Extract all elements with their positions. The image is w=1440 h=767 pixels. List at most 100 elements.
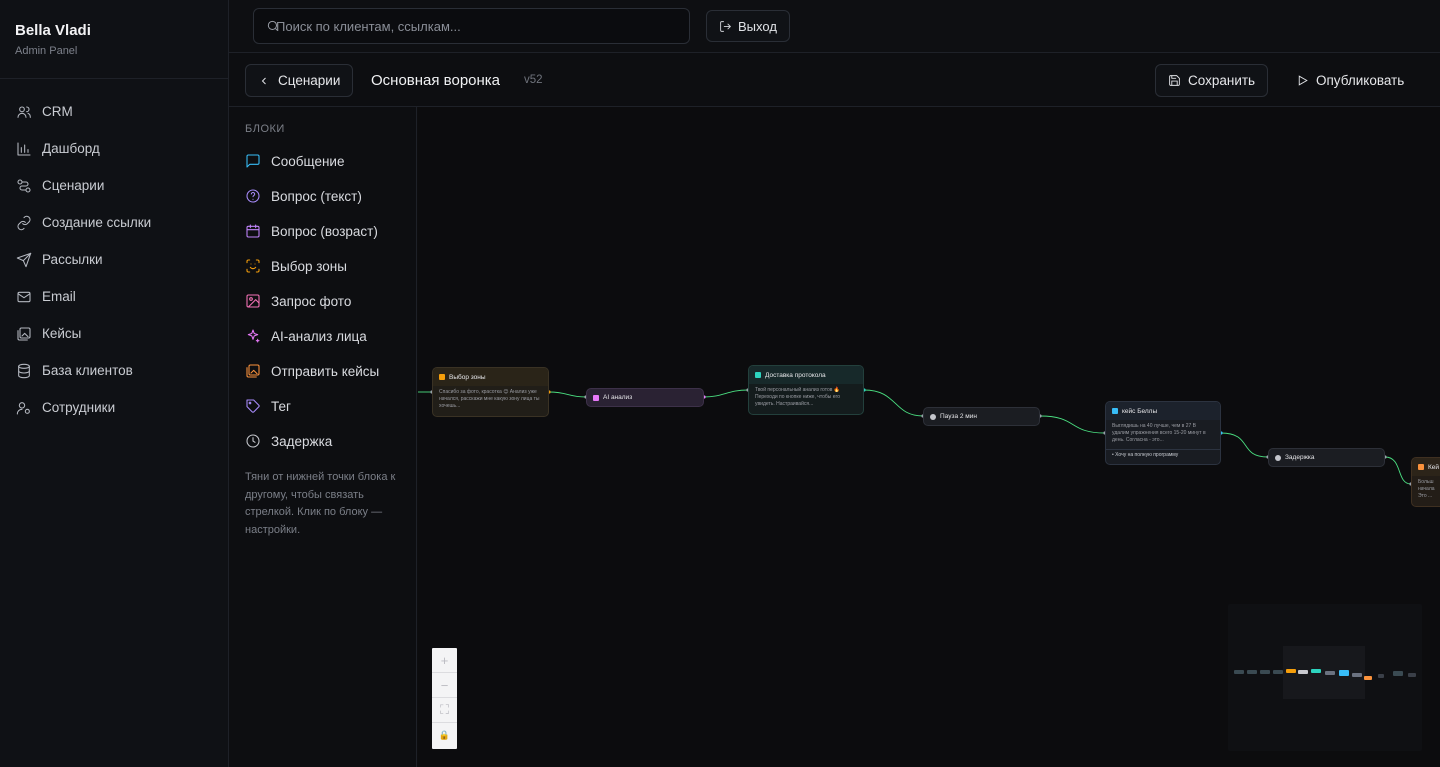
- minimap-node: [1247, 670, 1257, 674]
- minimap-node: [1352, 673, 1362, 677]
- sparkles-icon: [593, 394, 599, 401]
- block-label: Запрос фото: [271, 293, 352, 309]
- brand: Bella Vladi Admin Panel: [0, 0, 228, 79]
- block-label: Сообщение: [271, 153, 345, 169]
- publish-button[interactable]: Опубликовать: [1284, 64, 1416, 97]
- block-photo-request[interactable]: Запрос фото: [245, 286, 351, 316]
- sidebar-item-email[interactable]: Email: [0, 278, 228, 315]
- flow-node-protocol-delivery[interactable]: Доставка протокола Твой персональный ана…: [748, 365, 864, 415]
- bar-chart-icon: [17, 141, 31, 156]
- block-label: Выбор зоны: [271, 258, 347, 274]
- version-badge: v52: [524, 74, 543, 86]
- send-icon: [16, 252, 32, 267]
- chevron-left-icon: [261, 77, 266, 84]
- node-header: Выбор зоны: [433, 368, 548, 386]
- lock-button[interactable]: 🔒: [432, 723, 457, 748]
- minimap-node: [1260, 670, 1270, 674]
- search-box[interactable]: [253, 8, 690, 44]
- search-input[interactable]: [276, 18, 676, 34]
- flow-canvas[interactable]: Выбор зоны Спасибо за фото, красотка 😊 А…: [418, 107, 1440, 767]
- block-question-age[interactable]: Вопрос (возраст): [245, 216, 378, 246]
- play-icon: [1298, 75, 1308, 86]
- tag-icon: [246, 399, 260, 413]
- node-title: AI анализ: [603, 394, 633, 401]
- clock-icon: [930, 413, 936, 420]
- zoom-out-button[interactable]: −: [432, 673, 457, 698]
- minimap-node: [1273, 670, 1283, 674]
- block-label: Вопрос (текст): [271, 188, 362, 204]
- flow-node-bella-case[interactable]: кейс Беллы Выглядишь на 40 лучше, чем в …: [1105, 401, 1221, 465]
- sidebar-item-label: Email: [42, 289, 76, 304]
- minimap-node: [1393, 671, 1403, 676]
- flow-node-cases[interactable]: Кей Больш начала Это ...: [1411, 457, 1440, 507]
- message-icon: [1112, 408, 1118, 414]
- zoom-controls: + − ⛶ 🔒: [432, 648, 457, 749]
- sidebar-item-mailings[interactable]: Рассылки: [0, 241, 228, 278]
- minimap-node: [1286, 669, 1296, 673]
- sidebar-item-clients-db[interactable]: База клиентов: [0, 352, 228, 389]
- node-title: Выбор зоны: [449, 373, 486, 381]
- zoom-in-button[interactable]: +: [432, 648, 457, 673]
- back-to-scenarios-button[interactable]: Сценарии: [245, 64, 354, 97]
- minimap-node: [1364, 676, 1372, 680]
- edge: [1039, 415, 1106, 434]
- block-message[interactable]: Сообщение: [245, 146, 344, 176]
- node-header: кейс Беллы: [1106, 402, 1220, 420]
- brand-subtitle: Admin Panel: [15, 45, 78, 57]
- images-icon: [246, 364, 260, 378]
- node-header: AI анализ: [587, 389, 632, 406]
- sidebar-item-dashboard[interactable]: Дашборд: [0, 130, 228, 167]
- message-icon: [246, 154, 260, 168]
- node-header: Доставка протокола: [749, 366, 863, 384]
- workflow-icon: [17, 178, 31, 193]
- node-title: кейс Беллы: [1122, 407, 1158, 415]
- question-icon: [246, 189, 260, 203]
- minimap-node: [1234, 670, 1244, 674]
- sidebar-item-create-link[interactable]: Создание ссылки: [0, 204, 228, 241]
- sidebar-item-crm[interactable]: CRM: [0, 93, 228, 130]
- sidebar-item-cases[interactable]: Кейсы: [0, 315, 228, 352]
- sidebar-item-label: База клиентов: [42, 363, 133, 378]
- block-label: Тег: [271, 398, 291, 414]
- node-body: Больш начала Это ...: [1418, 479, 1435, 499]
- save-button[interactable]: Сохранить: [1155, 64, 1269, 97]
- file-icon: [755, 372, 761, 378]
- block-delay[interactable]: Задержка: [245, 426, 332, 456]
- logout-button[interactable]: Выход: [706, 10, 790, 42]
- block-label: Вопрос (возраст): [271, 223, 378, 239]
- logout-icon: [720, 20, 732, 32]
- node-button-option: • Хочу на полную программу: [1106, 449, 1220, 462]
- block-tag[interactable]: Тег: [245, 391, 291, 421]
- sidebar-item-label: Кейсы: [42, 326, 82, 341]
- sidebar-item-label: Рассылки: [42, 252, 103, 267]
- flow-node-delay[interactable]: Задержка: [1268, 448, 1385, 467]
- clock-icon: [1275, 454, 1281, 461]
- save-icon: [1169, 75, 1180, 86]
- block-send-cases[interactable]: Отправить кейсы: [245, 356, 379, 386]
- block-ai-face-analysis[interactable]: AI-анализ лица: [245, 321, 367, 351]
- sparkles-icon: [247, 329, 260, 343]
- flow-node-ai-analysis[interactable]: AI анализ: [586, 388, 704, 407]
- sidebar: Bella Vladi Admin Panel CRM Дашборд Сцен…: [0, 0, 229, 767]
- block-zone-select[interactable]: Выбор зоны: [245, 251, 347, 281]
- flow-node-zone-select[interactable]: Выбор зоны Спасибо за фото, красотка 😊 А…: [432, 367, 549, 417]
- edge: [548, 391, 587, 398]
- images-icon: [17, 326, 31, 341]
- node-title: Задержка: [1285, 454, 1315, 461]
- clock-icon: [246, 434, 260, 448]
- fit-view-button[interactable]: ⛶: [432, 698, 457, 723]
- minimap[interactable]: [1228, 604, 1422, 751]
- flow-node-pause[interactable]: Пауза 2 мин: [923, 407, 1040, 426]
- node-title: Кей: [1428, 463, 1440, 471]
- minimap-node: [1311, 669, 1321, 673]
- save-label: Сохранить: [1188, 73, 1256, 88]
- sidebar-item-scenarios[interactable]: Сценарии: [0, 167, 228, 204]
- users-icon: [17, 105, 31, 118]
- blocks-panel: БЛОКИ Сообщение Вопрос (текст) Вопрос (в…: [229, 107, 417, 767]
- blocks-title: БЛОКИ: [245, 123, 285, 135]
- node-header: Кей: [1412, 458, 1440, 476]
- block-question-text[interactable]: Вопрос (текст): [245, 181, 362, 211]
- sidebar-item-staff[interactable]: Сотрудники: [0, 389, 228, 426]
- brand-name: Bella Vladi: [15, 22, 91, 39]
- node-body: Спасибо за фото, красотка 😊 Анализ уже н…: [439, 389, 540, 409]
